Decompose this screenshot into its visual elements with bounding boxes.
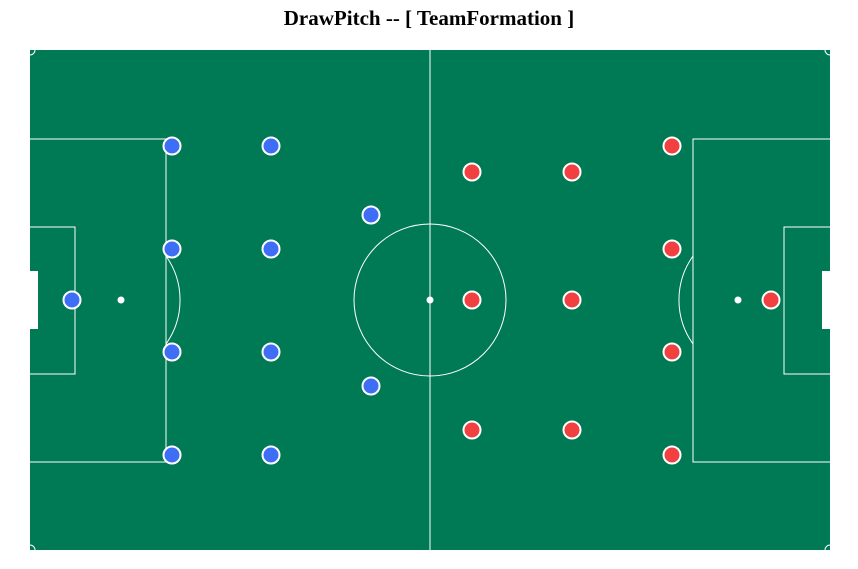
- centre-spot: [426, 296, 434, 304]
- right-team-player-3[interactable]: [662, 239, 682, 259]
- right-team-player-2[interactable]: [662, 136, 682, 156]
- right-team-player-9[interactable]: [462, 162, 482, 182]
- right-team-player-4[interactable]: [662, 342, 682, 362]
- left-team-player-11[interactable]: [361, 376, 381, 396]
- right-team-player-1[interactable]: [761, 290, 781, 310]
- pitch-diagram: [29, 49, 831, 551]
- left-team-player-6[interactable]: [261, 136, 281, 156]
- right-team-player-7[interactable]: [562, 290, 582, 310]
- left-team-player-10[interactable]: [361, 205, 381, 225]
- left-team-player-2[interactable]: [162, 136, 182, 156]
- right-team-player-6[interactable]: [562, 162, 582, 182]
- left-team-player-4[interactable]: [162, 342, 182, 362]
- left-penalty-spot: [117, 296, 125, 304]
- left-team-player-7[interactable]: [261, 239, 281, 259]
- left-team-player-9[interactable]: [261, 445, 281, 465]
- right-team-player-10[interactable]: [462, 290, 482, 310]
- right-goal: [822, 271, 830, 329]
- left-team-player-8[interactable]: [261, 342, 281, 362]
- right-team-player-5[interactable]: [662, 445, 682, 465]
- right-penalty-spot: [734, 296, 742, 304]
- right-team-player-11[interactable]: [462, 420, 482, 440]
- left-team-player-3[interactable]: [162, 239, 182, 259]
- right-team-player-8[interactable]: [562, 420, 582, 440]
- left-team-player-5[interactable]: [162, 445, 182, 465]
- left-team-player-1[interactable]: [62, 290, 82, 310]
- left-goal: [30, 271, 38, 329]
